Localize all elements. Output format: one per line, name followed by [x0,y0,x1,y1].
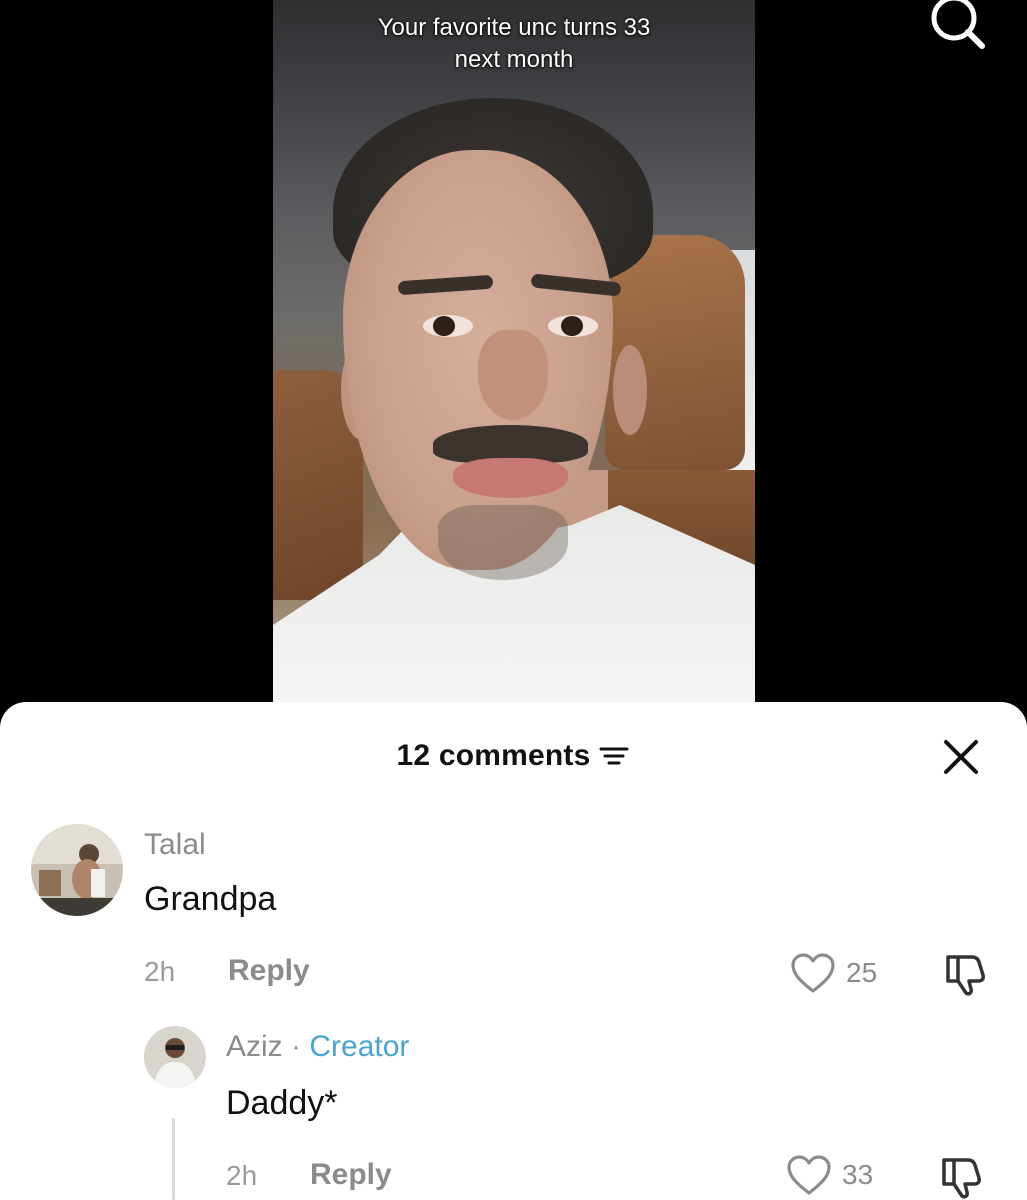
dislike-icon [946,955,985,996]
comment-timestamp: 2h [226,1160,258,1191]
like-button[interactable]: 33 [786,1154,873,1196]
creator-badge: Creator [309,1030,410,1063]
search-icon [931,0,985,49]
avatar[interactable] [144,1026,206,1088]
dislike-icon [942,1158,981,1199]
comment-username[interactable]: Aziz [226,1030,283,1063]
reply-button[interactable]: Reply [310,1158,392,1192]
like-count: 33 [842,1159,874,1190]
like-count: 25 [846,957,878,988]
heart-icon [791,953,835,993]
video-frame [273,0,755,705]
search-button[interactable] [924,0,990,52]
avatar[interactable] [31,824,123,916]
comment-text: Grandpa [144,880,277,918]
comment-text: Daddy* [226,1084,338,1122]
person-beard [438,505,568,580]
reply-button[interactable]: Reply [228,954,310,988]
like-button[interactable]: 25 [790,952,877,994]
comment-timestamp: 2h [144,956,176,987]
dislike-button[interactable] [942,951,988,1002]
video-caption: Your favorite unc turns 33 next month [377,14,651,73]
comment-username[interactable]: Talal [144,828,206,862]
comment-reply-item: Aziz · Creator Daddy* 2h Reply 33 [0,1002,1027,1200]
person-ear-right [613,345,647,435]
video-player[interactable] [0,0,1027,720]
person-pupil-right [561,316,583,336]
person-lips [453,458,568,498]
dislike-button[interactable] [938,1154,984,1200]
person-pupil-left [433,316,455,336]
person-nose [478,330,548,420]
thread-line [172,1118,175,1200]
comments-sheet: 12 comments Talal Grandpa 2h Reply 25 Az… [0,702,1027,1200]
comment-item: Talal Grandpa 2h Reply 25 [0,702,1027,1002]
username-separator: · [282,1030,310,1063]
heart-icon [787,1155,831,1195]
comment-username-row: Aziz · Creator [226,1030,409,1064]
